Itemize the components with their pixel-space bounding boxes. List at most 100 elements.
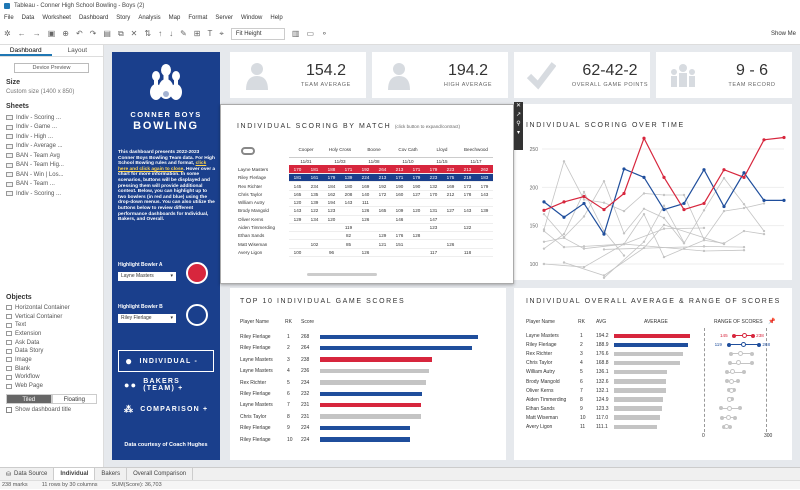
series-point[interactable] — [742, 175, 746, 179]
series-point[interactable] — [562, 160, 566, 163]
tab-dashboard[interactable]: Dashboard — [0, 45, 52, 56]
over-time-chart[interactable]: 250 200 150 100 — [514, 104, 792, 280]
range-avg-dot[interactable] — [737, 351, 743, 357]
tab-layout[interactable]: Layout — [52, 45, 104, 56]
overall-bar[interactable] — [614, 406, 663, 411]
forward-icon[interactable]: → — [33, 29, 41, 38]
close-icon[interactable]: ✕ — [514, 102, 523, 111]
highlight-a-select[interactable]: Layne Masters ▾ — [118, 272, 176, 281]
series-point[interactable] — [622, 242, 626, 246]
object-item[interactable]: Ask Data — [6, 338, 97, 347]
series-point[interactable] — [562, 235, 566, 239]
more-options-icon[interactable]: ▾ — [514, 129, 523, 138]
table-row[interactable]: Oliver Kerns 129 134 120 126 146 147 — [237, 215, 493, 224]
series-line[interactable] — [543, 177, 765, 244]
top10-bar[interactable] — [320, 414, 421, 419]
series-point[interactable] — [662, 175, 666, 179]
series-point[interactable] — [742, 229, 746, 233]
tab-overall-comparison[interactable]: Overall Comparison — [127, 468, 194, 480]
object-item[interactable]: Extension — [6, 330, 97, 339]
overall-bar[interactable] — [614, 351, 683, 357]
top10-bar[interactable] — [320, 402, 421, 408]
top10-bar[interactable] — [320, 334, 478, 339]
series-point[interactable] — [762, 232, 766, 236]
sheet-item[interactable]: Indiv - Scoring ... — [6, 113, 97, 123]
series-point[interactable] — [642, 212, 646, 216]
range-avg-dot[interactable] — [728, 387, 734, 393]
range-avg-dot[interactable] — [729, 369, 735, 375]
range-min-dot[interactable] — [724, 379, 729, 384]
top10-bar[interactable] — [320, 437, 411, 442]
series-point[interactable] — [662, 193, 666, 197]
series-point[interactable] — [762, 198, 766, 202]
range-min-dot[interactable] — [719, 415, 724, 420]
top10-bar[interactable] — [320, 380, 426, 385]
object-item[interactable]: Workflow — [6, 373, 97, 382]
present-icon[interactable]: ▭ — [306, 29, 314, 38]
range-min-dot[interactable] — [729, 351, 734, 356]
series-point[interactable] — [562, 232, 566, 236]
series-point[interactable] — [602, 201, 606, 204]
series-point[interactable] — [582, 194, 586, 199]
use-as-filter-icon[interactable]: ⚲ — [514, 120, 523, 129]
new-datasource-icon[interactable]: ⊕ — [62, 29, 69, 38]
range-max-dot[interactable] — [738, 406, 743, 411]
duplicate-icon[interactable]: ⧉ — [118, 29, 124, 39]
range-max-dot[interactable] — [750, 351, 755, 356]
sheet-item[interactable]: Indiv - Game ... — [6, 123, 97, 133]
menu-data[interactable]: Data — [22, 15, 35, 21]
chart-icon[interactable]: ▥ — [292, 29, 300, 38]
series-point[interactable] — [702, 226, 706, 230]
series-point[interactable] — [582, 265, 586, 269]
table-row[interactable]: William Autry 120 139 194 143 111 — [237, 198, 493, 208]
series-point[interactable] — [662, 255, 666, 259]
series-point[interactable] — [602, 248, 606, 251]
series-point[interactable] — [702, 209, 706, 212]
series-point[interactable] — [662, 216, 666, 220]
series-point[interactable] — [762, 138, 766, 142]
series-point[interactable] — [542, 212, 546, 216]
series-point[interactable] — [542, 208, 546, 212]
series-point[interactable] — [622, 254, 626, 257]
series-point[interactable] — [582, 215, 586, 218]
series-point[interactable] — [742, 245, 746, 249]
device-preview-button[interactable]: Device Preview — [14, 63, 89, 73]
table-row[interactable]: Aiden Timmerding 119 123 122 — [237, 223, 493, 233]
group-icon[interactable]: ⊞ — [194, 29, 201, 38]
swap-icon[interactable]: ⇅ — [144, 29, 151, 38]
table-row[interactable]: Layne Masters 170 181 188 171 192 264 213 171 179… — [237, 165, 493, 175]
menu-story[interactable]: Story — [116, 15, 130, 21]
series-point[interactable] — [722, 209, 726, 213]
range-avg-dot[interactable] — [740, 342, 746, 348]
series-point[interactable] — [622, 232, 626, 235]
top10-bar[interactable] — [320, 391, 423, 396]
back-icon[interactable]: ← — [18, 29, 26, 38]
table-row[interactable]: Riley Flerlage 181 161 179 139 224 213 171 179 22… — [237, 173, 493, 183]
tab-data-source[interactable]: ⛁ Data Source — [0, 468, 55, 480]
series-point[interactable] — [602, 232, 606, 236]
sheet-item[interactable]: BAN - Team Hig... — [6, 161, 97, 171]
series-point[interactable] — [682, 201, 686, 206]
series-point[interactable] — [682, 242, 686, 245]
series-point[interactable] — [642, 240, 646, 243]
top10-bar[interactable] — [320, 425, 411, 431]
series-point[interactable] — [702, 245, 706, 248]
series-point[interactable] — [582, 198, 586, 201]
show-me-button[interactable]: Show Me — [771, 31, 800, 37]
tiled-button[interactable]: Tiled — [6, 394, 52, 405]
range-min-dot[interactable] — [718, 406, 723, 411]
menu-file[interactable]: File — [4, 15, 14, 21]
overall-bar[interactable] — [614, 388, 666, 393]
series-point[interactable] — [742, 203, 746, 206]
series-point[interactable] — [562, 261, 566, 264]
series-point[interactable] — [582, 247, 586, 250]
top10-bar[interactable] — [320, 368, 429, 374]
menu-worksheet[interactable]: Worksheet — [42, 15, 71, 21]
range-min-dot[interactable] — [731, 333, 736, 338]
pin-icon[interactable]: ⌖ — [219, 29, 224, 39]
bakers-button[interactable]: ●● BAKERS (TEAM) + — [118, 374, 214, 396]
series-point[interactable] — [722, 176, 726, 180]
object-item[interactable]: Data Story — [6, 347, 97, 356]
overall-bar[interactable] — [614, 415, 660, 420]
range-max-dot[interactable] — [742, 370, 747, 374]
